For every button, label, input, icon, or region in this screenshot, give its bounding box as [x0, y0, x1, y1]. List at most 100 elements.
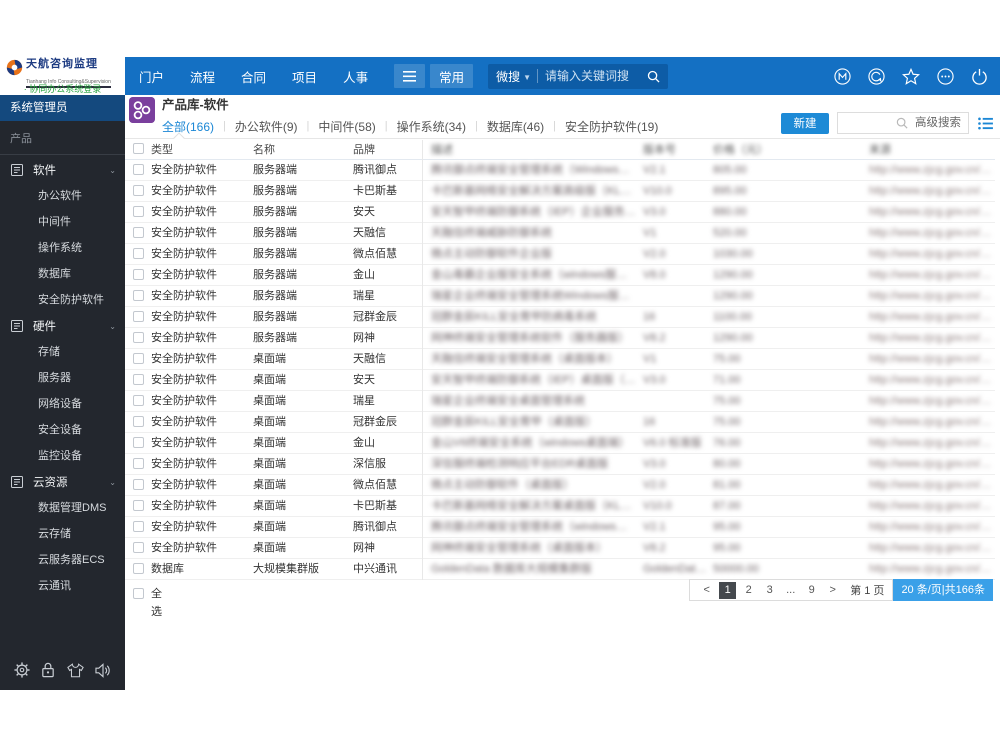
col-header-source-blurred[interactable]: 来源 [869, 140, 995, 160]
table-row[interactable]: 安全防护软件 服务器端 天融信 天融信终端威胁防御系统 V1 520.00 http://w… [125, 223, 995, 244]
row-checkbox[interactable] [133, 164, 144, 175]
pagination-prev-button[interactable]: < [698, 582, 715, 599]
col-header-price-blurred[interactable]: 价格（元） [713, 140, 861, 160]
sidebar-item-服务器[interactable]: 服务器 [0, 365, 125, 391]
page-size-badge[interactable]: 20 条/页|共166条 [893, 579, 993, 601]
table-search-input[interactable] [838, 113, 896, 133]
table-row[interactable]: 安全防护软件 桌面端 瑞星 瑞星企业终端安全桌面管理系统 75.00 http://www… [125, 391, 995, 412]
oa-login-link[interactable]: · 协同办公系统登录 [0, 84, 125, 95]
row-checkbox[interactable] [133, 353, 144, 364]
tab-中间件(58)[interactable]: 中间件(58) [318, 118, 375, 135]
tab-安全防护软件(19)[interactable]: 安全防护软件(19) [565, 118, 658, 135]
table-row[interactable]: 安全防护软件 服务器端 网神 网神终端安全管理系统软件（服务器版） V8.2 1290.0… [125, 328, 995, 349]
col-header-brand[interactable]: 品牌 [353, 140, 423, 160]
pinned-tab-changyong[interactable]: 常用 [430, 64, 474, 88]
tab-操作系统(34)[interactable]: 操作系统(34) [397, 118, 466, 135]
row-checkbox[interactable] [133, 563, 144, 574]
table-row[interactable]: 安全防护软件 桌面端 微点佰慧 微点主动防御软件（桌面版） V2.0 81.00 http:… [125, 475, 995, 496]
table-row[interactable]: 数据库 大规模集群版 中兴通讯 GoldenData 数据库大规模集群版 GoldenD… [125, 559, 995, 580]
m-circle-icon[interactable] [834, 67, 851, 85]
theme-shirt-icon[interactable] [66, 662, 84, 678]
row-checkbox[interactable] [133, 500, 144, 511]
sidebar-item-安全防护软件[interactable]: 安全防护软件 [0, 287, 125, 313]
row-checkbox[interactable] [133, 479, 144, 490]
header-checkbox[interactable] [133, 143, 144, 154]
more-circle-icon[interactable] [937, 67, 954, 85]
lock-icon[interactable] [41, 662, 55, 678]
menu-hamburger-button[interactable] [394, 64, 426, 88]
row-checkbox[interactable] [133, 290, 144, 301]
table-row[interactable]: 安全防护软件 桌面端 金山 金山V6终端安全系统（windows桌面端） V6.0 标准… [125, 433, 995, 454]
table-row[interactable]: 安全防护软件 服务器端 瑞星 瑞星企业终端安全管理系统Windows服务器版 1290.… [125, 286, 995, 307]
row-checkbox[interactable] [133, 311, 144, 322]
table-row[interactable]: 安全防护软件 桌面端 冠群金辰 冠群金辰KILL安全胄甲（桌面版） 16 75.00 htt… [125, 412, 995, 433]
col-header-desc-blurred[interactable]: 描述 [431, 140, 637, 160]
table-row[interactable]: 安全防护软件 桌面端 卡巴斯基 卡巴斯基网络安全解决方案桌面版（KL10 - 标准授权… [125, 496, 995, 517]
table-row[interactable]: 安全防护软件 桌面端 天融信 天融信终端安全管理系统（桌面版本） V1 75.00 http… [125, 349, 995, 370]
pagination-page-3[interactable]: 3 [761, 582, 778, 599]
row-checkbox[interactable] [133, 416, 144, 427]
table-row[interactable]: 安全防护软件 服务器端 腾讯御点 腾讯御点终端安全管理系统（Windows版） V2.1… [125, 160, 995, 181]
pagination-page-1[interactable]: 1 [719, 581, 737, 599]
sidebar-item-云服务器ECS[interactable]: 云服务器ECS [0, 547, 125, 573]
nav-link-人事[interactable]: 人事 [343, 67, 368, 86]
row-checkbox[interactable] [133, 227, 144, 238]
sidebar-group-硬件[interactable]: 硬件 ⌄ [0, 313, 125, 339]
sidebar-item-中间件[interactable]: 中间件 [0, 209, 125, 235]
list-view-icon[interactable] [978, 117, 993, 130]
nav-link-项目[interactable]: 项目 [292, 67, 317, 86]
pagination-page-2[interactable]: 2 [740, 582, 757, 599]
pagination-page-9[interactable]: 9 [803, 582, 820, 599]
row-checkbox[interactable] [133, 458, 144, 469]
search-icon[interactable] [647, 70, 660, 83]
sidebar-group-软件[interactable]: 软件 ⌄ [0, 157, 125, 183]
settings-gear-icon[interactable] [14, 662, 30, 678]
nav-link-流程[interactable]: 流程 [190, 67, 215, 86]
search-scope-label[interactable]: 微搜 [496, 68, 520, 85]
sidebar-item-数据库[interactable]: 数据库 [0, 261, 125, 287]
sidebar-item-网络设备[interactable]: 网络设备 [0, 391, 125, 417]
favorite-star-icon[interactable] [902, 67, 920, 85]
tab-数据库(46)[interactable]: 数据库(46) [487, 118, 544, 135]
table-row[interactable]: 安全防护软件 服务器端 微点佰慧 微点主动防御软件企业版 V2.0 1030.00 http… [125, 244, 995, 265]
col-header-type[interactable]: 类型 [151, 140, 251, 160]
row-checkbox[interactable] [133, 542, 144, 553]
nav-link-门户[interactable]: 门户 [139, 67, 164, 86]
chevron-down-icon[interactable]: ▼ [523, 73, 531, 82]
sidebar-item-监控设备[interactable]: 监控设备 [0, 443, 125, 469]
advanced-search-button[interactable]: 高级搜索 [908, 112, 968, 134]
enterprise-chat-icon[interactable] [868, 67, 885, 85]
sidebar-item-办公软件[interactable]: 办公软件 [0, 183, 125, 209]
row-checkbox[interactable] [133, 332, 144, 343]
tab-办公软件(9)[interactable]: 办公软件(9) [235, 118, 298, 135]
tab-全部(166)[interactable]: 全部(166) [162, 118, 214, 135]
sidebar-item-存储[interactable]: 存储 [0, 339, 125, 365]
row-checkbox[interactable] [133, 521, 144, 532]
sound-speaker-icon[interactable] [95, 662, 111, 678]
col-header-name[interactable]: 名称 [253, 140, 349, 160]
table-row[interactable]: 安全防护软件 服务器端 安天 安天智甲终端防御系统（IEP）企业服务器版 V3.0 880… [125, 202, 995, 223]
row-checkbox[interactable] [133, 206, 144, 217]
row-checkbox[interactable] [133, 248, 144, 259]
sidebar-item-云通讯[interactable]: 云通讯 [0, 573, 125, 599]
table-row[interactable]: 安全防护软件 桌面端 深信服 深信服终端检测响应平台EDR桌面版 V3.0 80.00 ht… [125, 454, 995, 475]
sidebar-item-操作系统[interactable]: 操作系统 [0, 235, 125, 261]
table-row[interactable]: 安全防护软件 桌面端 网神 网神终端安全管理系统（桌面版本） V8.2 95.00 http… [125, 538, 995, 559]
global-search-input[interactable] [545, 69, 648, 83]
sidebar-item-云存储[interactable]: 云存储 [0, 521, 125, 547]
row-checkbox[interactable] [133, 374, 144, 385]
sidebar-item-安全设备[interactable]: 安全设备 [0, 417, 125, 443]
table-row[interactable]: 安全防护软件 桌面端 腾讯御点 腾讯御点终端安全管理系统（windows）V2.1版 V… [125, 517, 995, 538]
table-row[interactable]: 安全防护软件 服务器端 金山 金山毒霸企业版安全系统（windows服务器版） V8.0… [125, 265, 995, 286]
table-row[interactable]: 安全防护软件 服务器端 冠群金辰 冠群金辰KILL安全胄甲防病毒系统 16 1100.00… [125, 307, 995, 328]
table-row[interactable]: 安全防护软件 桌面端 安天 安天智甲终端防御系统（IEP）桌面版（国产化） V3.0 71… [125, 370, 995, 391]
table-row[interactable]: 安全防护软件 服务器端 卡巴斯基 卡巴斯基网络安全解决方案高级版（KL4867）企业授… [125, 181, 995, 202]
row-checkbox[interactable] [133, 269, 144, 280]
row-checkbox[interactable] [133, 437, 144, 448]
row-checkbox[interactable] [133, 185, 144, 196]
row-checkbox[interactable] [133, 395, 144, 406]
pagination-next-button[interactable]: > [824, 582, 841, 599]
sidebar-group-云资源[interactable]: 云资源 ⌄ [0, 469, 125, 495]
new-button[interactable]: 新建 [781, 112, 829, 134]
power-icon[interactable] [971, 68, 988, 85]
